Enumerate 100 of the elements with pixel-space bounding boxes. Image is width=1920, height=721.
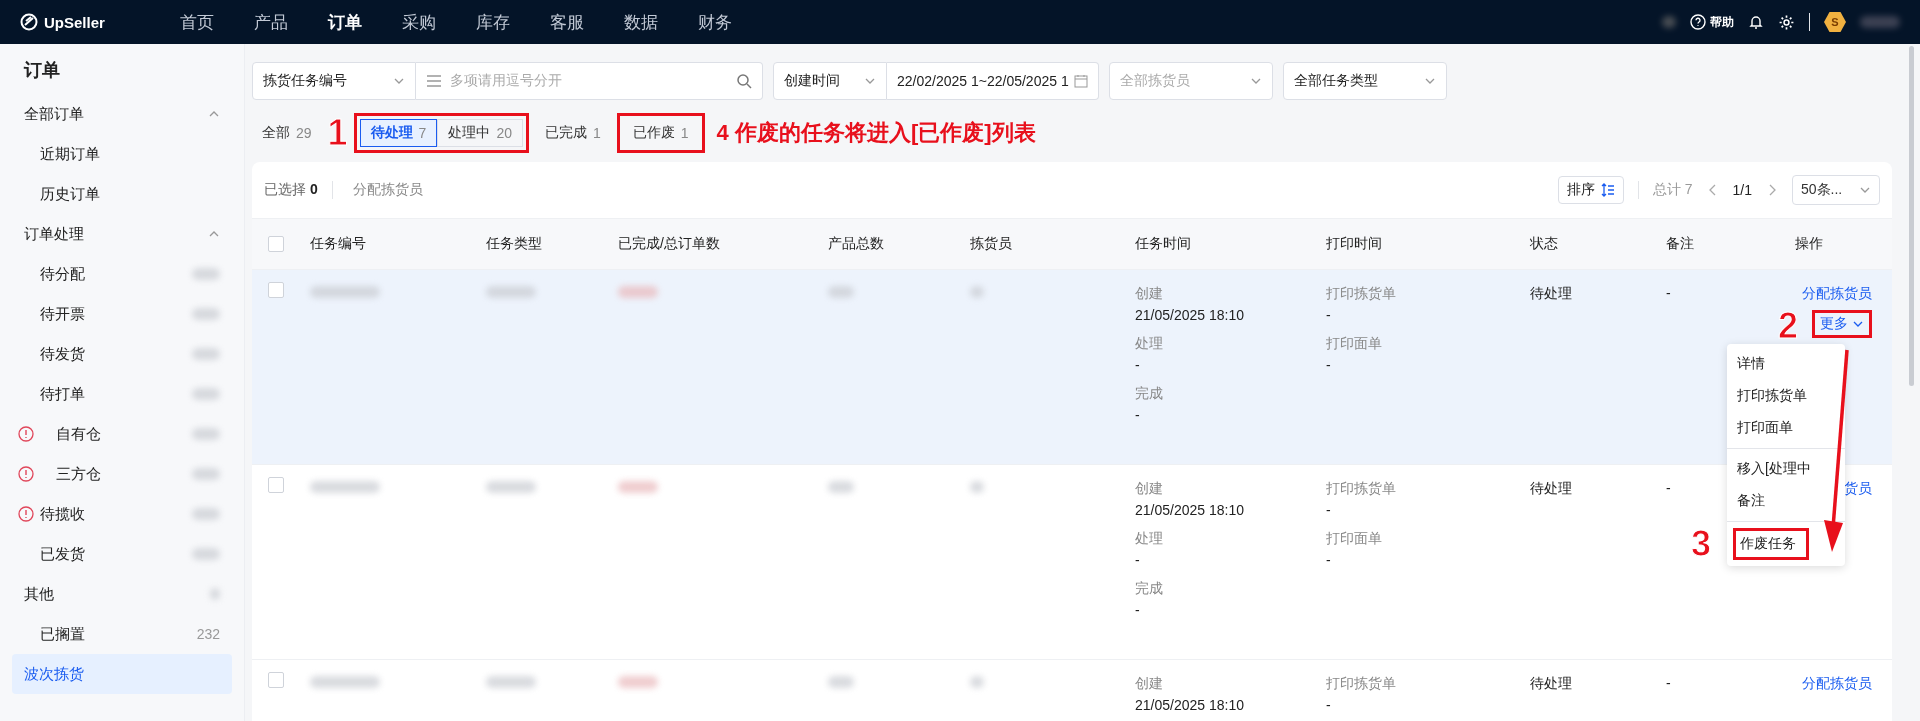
date-range-field[interactable]: 22/02/2025 1~22/05/2025 1 bbox=[887, 62, 1099, 100]
settings-icon[interactable] bbox=[1778, 13, 1795, 31]
blurred-count bbox=[192, 548, 220, 560]
task-type-select[interactable]: 全部任务类型 bbox=[1283, 62, 1447, 100]
bell-icon[interactable] bbox=[1748, 14, 1764, 30]
menu-item[interactable]: 打印拣货单 bbox=[1727, 380, 1817, 412]
nav-item[interactable]: 数据 bbox=[604, 10, 678, 34]
print-value: - bbox=[1326, 306, 1331, 325]
search-type-select[interactable]: 拣货任务编号 bbox=[252, 62, 416, 100]
menu-item[interactable]: 详情 bbox=[1727, 348, 1775, 380]
logo: UpSeller bbox=[20, 13, 160, 31]
sidebar-group[interactable]: 其他 bbox=[12, 574, 232, 614]
select-all-checkbox[interactable] bbox=[268, 236, 284, 252]
help-icon bbox=[1690, 14, 1706, 30]
sidebar-item[interactable]: 待发货 bbox=[12, 334, 232, 374]
user-badge[interactable]: S bbox=[1824, 12, 1846, 32]
assign-picker-link[interactable]: 分配拣货员 bbox=[1802, 672, 1872, 694]
sidebar-item[interactable]: 待开票 bbox=[12, 294, 232, 334]
time-label: 创建 bbox=[1135, 479, 1163, 498]
print-label: 打印面单 bbox=[1326, 334, 1382, 353]
column-header: 任务类型 bbox=[486, 235, 543, 253]
nav-item[interactable]: 订单 bbox=[308, 10, 382, 34]
sidebar-title: 订单 bbox=[22, 59, 61, 82]
blurred-count bbox=[192, 388, 220, 400]
sidebar-group[interactable]: 波次拣货 bbox=[12, 654, 232, 694]
tab[interactable]: 处理中 20 bbox=[437, 119, 523, 147]
tab[interactable]: 已完成 1 bbox=[535, 119, 611, 147]
row-checkbox[interactable] bbox=[268, 672, 284, 688]
note-text: - bbox=[1666, 284, 1671, 303]
menu-item[interactable]: 备注 bbox=[1727, 485, 1775, 517]
help-link[interactable]: 帮助 bbox=[1690, 13, 1734, 31]
calendar-icon bbox=[1074, 74, 1088, 88]
note-text: - bbox=[1666, 479, 1671, 498]
nav-item[interactable]: 财务 bbox=[678, 10, 752, 34]
blurred-count bbox=[192, 468, 220, 480]
sidebar-item[interactable]: 已搁置 232 bbox=[12, 614, 232, 654]
sidebar-group[interactable]: 订单处理 bbox=[12, 214, 232, 254]
sidebar-item[interactable]: 历史订单 bbox=[12, 174, 232, 214]
more-link[interactable]: 更多 bbox=[1812, 310, 1872, 338]
time-label: 处理 bbox=[1135, 529, 1163, 548]
total-count: 总计 7 bbox=[1652, 181, 1693, 199]
print-value: - bbox=[1326, 356, 1331, 375]
page-size-select[interactable]: 50条... bbox=[1792, 175, 1880, 205]
sidebar-item[interactable]: 近期订单 bbox=[12, 134, 232, 174]
step-number: 1 bbox=[327, 115, 348, 151]
sidebar-item[interactable]: 待分配 bbox=[12, 254, 232, 294]
sidebar-item[interactable]: 自有仓 bbox=[12, 414, 232, 454]
blurred-icon bbox=[1662, 16, 1676, 28]
row-checkbox[interactable] bbox=[268, 282, 284, 298]
note-text: - bbox=[1666, 674, 1671, 693]
status-text: 待处理 bbox=[1530, 479, 1572, 498]
scrollbar[interactable] bbox=[1909, 46, 1914, 386]
nav-item[interactable]: 产品 bbox=[234, 10, 308, 34]
column-header: 任务编号 bbox=[310, 235, 367, 253]
sidebar-item[interactable]: 已发货 bbox=[12, 534, 232, 574]
print-label: 打印面单 bbox=[1326, 529, 1382, 548]
menu-item[interactable]: 打印面单 bbox=[1727, 412, 1803, 444]
tab[interactable]: 已作废 1 bbox=[622, 119, 699, 147]
print-value: - bbox=[1326, 501, 1331, 520]
time-type-select[interactable]: 创建时间 bbox=[773, 62, 887, 100]
sidebar-group[interactable]: 全部订单 bbox=[12, 94, 232, 134]
row-checkbox[interactable] bbox=[268, 477, 284, 493]
time-label: 创建 bbox=[1135, 284, 1163, 303]
sidebar-item[interactable]: 三方仓 bbox=[12, 454, 232, 494]
sidebar-item[interactable]: 待打单 bbox=[12, 374, 232, 414]
nav-item[interactable]: 客服 bbox=[530, 10, 604, 34]
nav-item[interactable]: 首页 bbox=[160, 10, 234, 34]
assign-picker-link[interactable]: 货员 bbox=[1844, 477, 1872, 499]
assign-picker-button[interactable]: 分配拣货员 bbox=[346, 180, 429, 200]
blurred-count bbox=[192, 508, 220, 520]
nav-item[interactable]: 采购 bbox=[382, 10, 456, 34]
tab[interactable]: 待处理 7 bbox=[359, 119, 438, 147]
time-value: - bbox=[1135, 406, 1140, 425]
menu-item[interactable]: 作废任务 bbox=[1733, 528, 1809, 560]
sort-button[interactable]: 排序 bbox=[1557, 176, 1624, 204]
column-header: 打印时间 bbox=[1326, 235, 1383, 253]
status-text: 待处理 bbox=[1530, 674, 1572, 693]
sort-icon bbox=[1600, 183, 1615, 197]
sidebar-item[interactable]: 待揽收 bbox=[12, 494, 232, 534]
blurred-username bbox=[1860, 16, 1900, 28]
time-value: 21/05/2025 18:10 bbox=[1135, 696, 1244, 715]
blurred-count bbox=[192, 348, 220, 360]
search-icon[interactable] bbox=[736, 73, 752, 89]
annotation-note: 4 作废的任务将进入[已作废]列表 bbox=[716, 119, 1036, 147]
assign-picker-link[interactable]: 分配拣货员 bbox=[1802, 282, 1872, 304]
time-value: - bbox=[1135, 551, 1140, 570]
column-header: 已完成/总订单数 bbox=[618, 235, 721, 253]
column-header: 产品总数 bbox=[828, 235, 885, 253]
print-value: - bbox=[1326, 551, 1331, 570]
menu-item[interactable]: 移入[处理中 bbox=[1727, 453, 1821, 485]
logo-icon bbox=[20, 13, 38, 31]
column-header: 状态 bbox=[1530, 235, 1559, 253]
status-text: 待处理 bbox=[1530, 284, 1572, 303]
time-label: 完成 bbox=[1135, 579, 1163, 598]
column-header: 操作 bbox=[1795, 235, 1824, 253]
time-label: 创建 bbox=[1135, 674, 1163, 693]
time-value: - bbox=[1135, 601, 1140, 620]
time-label: 完成 bbox=[1135, 384, 1163, 403]
nav-item[interactable]: 库存 bbox=[456, 10, 530, 34]
tab[interactable]: 全部 29 bbox=[252, 119, 322, 147]
